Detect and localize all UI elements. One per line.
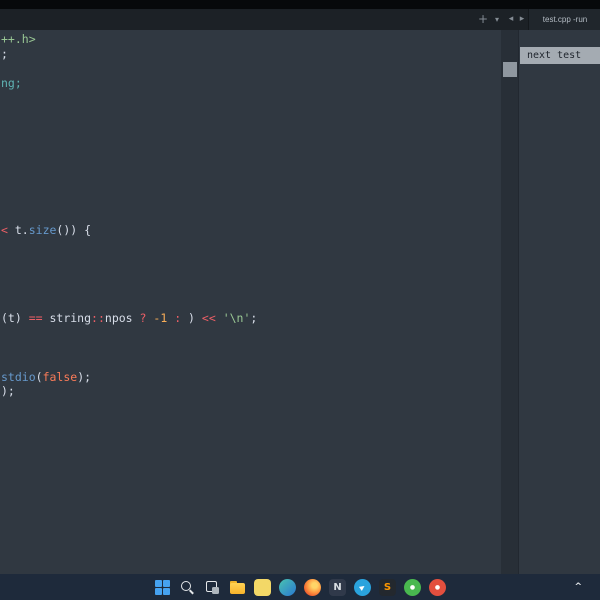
- tab-overflow-button[interactable]: ▾: [491, 9, 503, 30]
- editor-pane-right[interactable]: next test: [518, 30, 600, 574]
- code-area[interactable]: ++.h>;ng;< t.size()) {(t) == string::npo…: [1, 32, 501, 574]
- taskbar-icon-file-explorer[interactable]: [229, 579, 246, 596]
- taskbar-icon-sublime-text[interactable]: S: [379, 578, 396, 596]
- editor-pane-left[interactable]: ++.h>;ng;< t.size()) {(t) == string::npo…: [0, 30, 501, 574]
- taskbar-icon-edge[interactable]: [279, 578, 296, 596]
- taskbar-icon-firefox[interactable]: [304, 578, 321, 596]
- taskbar-icon-group: N ▸ S ● ●: [154, 574, 446, 600]
- taskbar-icon-green-app[interactable]: ●: [404, 578, 421, 596]
- code-line: stdio(false);: [1, 369, 92, 384]
- taskbar-icon-dark-app[interactable]: N: [329, 578, 346, 596]
- window-top-strip: [0, 0, 600, 9]
- minimap-viewport[interactable]: [503, 62, 517, 77]
- code-line: ;: [1, 46, 8, 61]
- code-line: (t) == string::npos ? -1 : ) << '\n';: [1, 310, 258, 325]
- desktop: + ▾ ◂ ▸ test.cpp -run ++.h>; ng; < t.size(…: [0, 0, 600, 600]
- taskbar-icon-sticky-notes[interactable]: [254, 578, 271, 596]
- tray-expand-chevron-icon[interactable]: ^: [574, 582, 582, 592]
- tab-test-cpp[interactable]: test.cpp -run: [528, 9, 600, 30]
- tab-scroll-right-button[interactable]: ▸: [516, 9, 528, 30]
- tab-label: test.cpp -run: [542, 15, 588, 24]
- taskbar-icon-start[interactable]: [154, 579, 171, 596]
- taskbar-icon-task-view[interactable]: [204, 579, 221, 596]
- taskbar: N ▸ S ● ● ^: [0, 574, 600, 600]
- new-tab-button[interactable]: +: [477, 9, 489, 30]
- code-line: ++.h>: [1, 32, 36, 46]
- taskbar-icon-search[interactable]: [179, 579, 196, 596]
- taskbar-icon-telegram[interactable]: ▸: [354, 578, 371, 596]
- code-line: ng;: [1, 76, 22, 91]
- code-line: < t.size()) {: [1, 222, 92, 237]
- minimap[interactable]: [501, 30, 518, 574]
- taskbar-icon-red-app[interactable]: ●: [429, 578, 446, 596]
- system-tray: ^: [574, 574, 582, 600]
- highlighted-text[interactable]: next test: [520, 47, 600, 64]
- code-line: );: [1, 384, 15, 399]
- tab-bar: + ▾ ◂ ▸ test.cpp -run: [0, 9, 600, 30]
